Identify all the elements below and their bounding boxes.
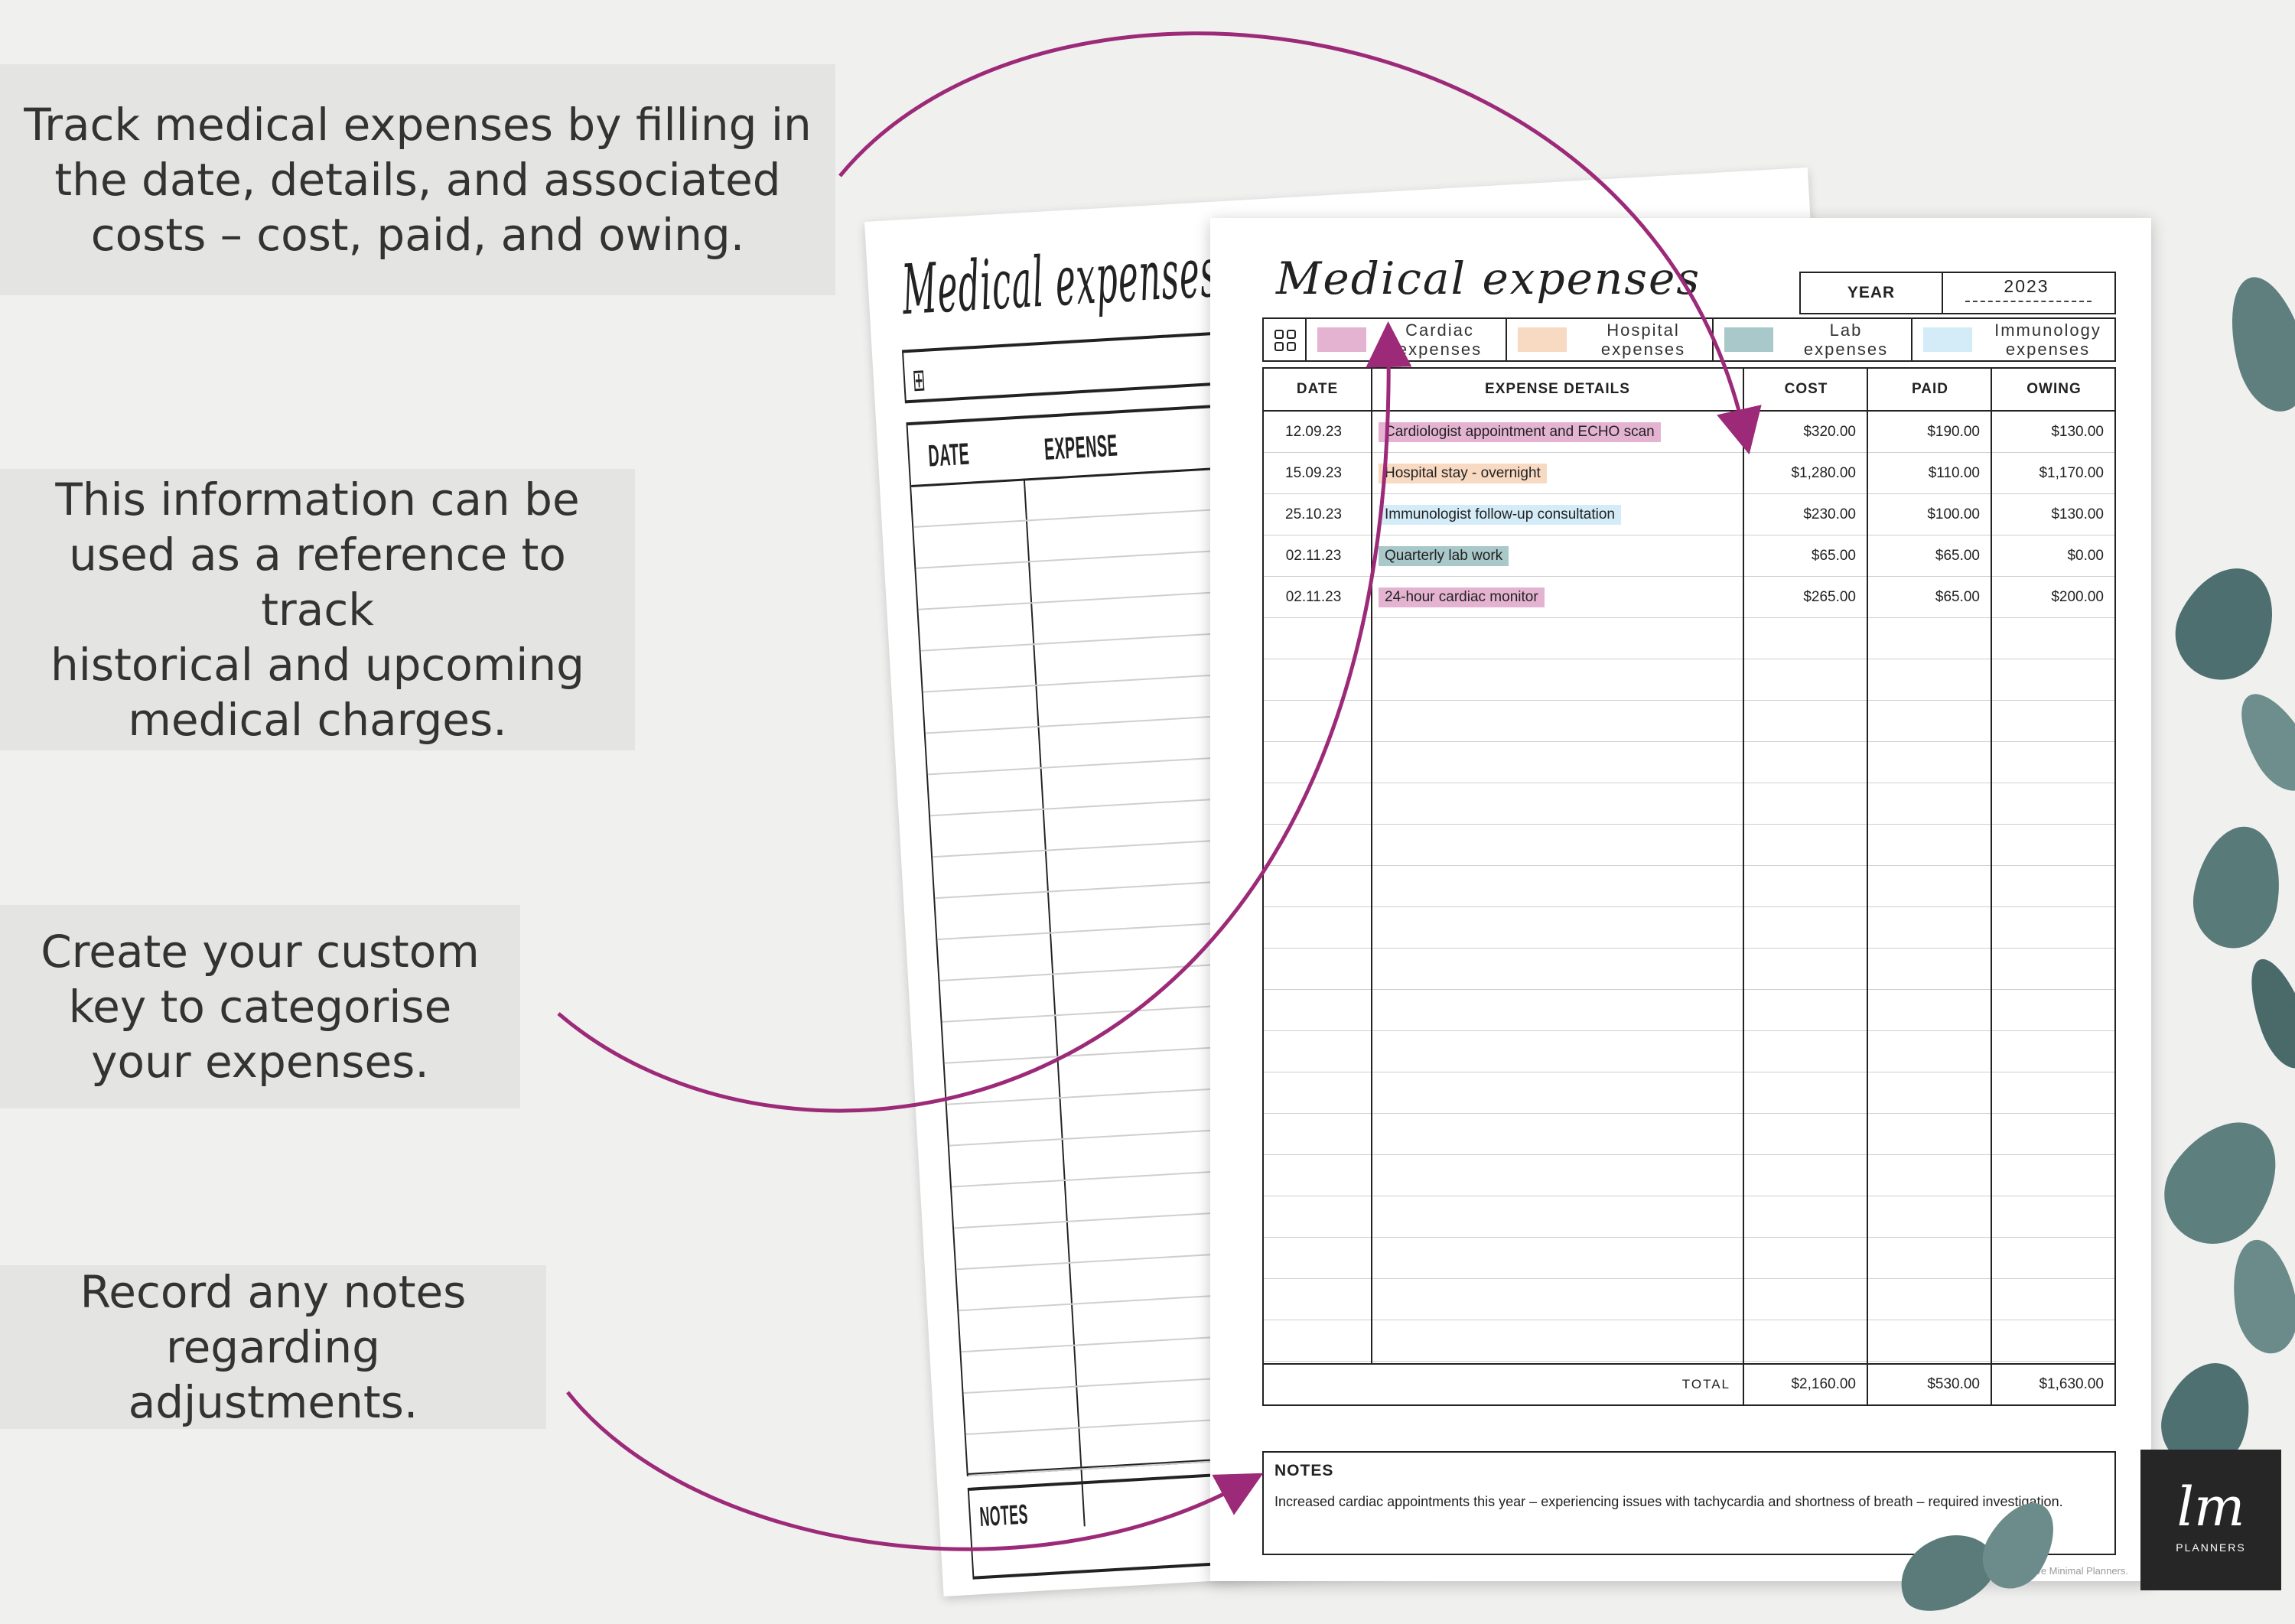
- arrow-to-table: [838, 31, 1762, 455]
- arrow-to-notes: [566, 1391, 1264, 1551]
- arrow-to-key: [557, 321, 1412, 1113]
- annotation-arrows: [557, 31, 1762, 1551]
